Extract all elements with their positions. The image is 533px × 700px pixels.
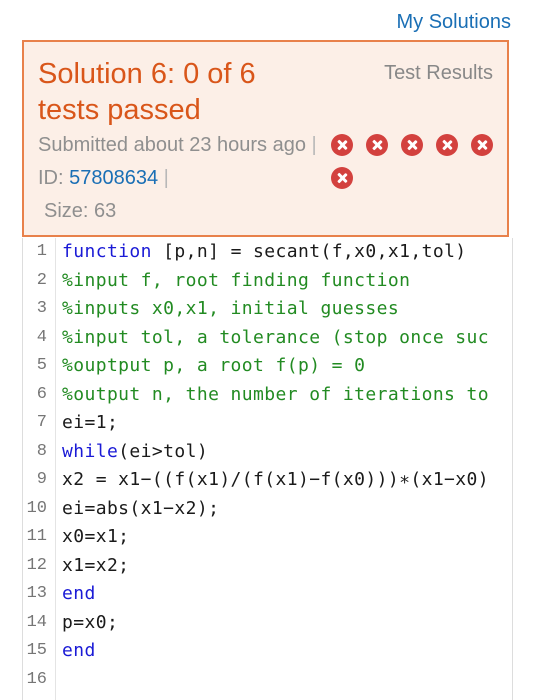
code-text: end <box>62 637 96 666</box>
line-number: 8 <box>36 441 47 461</box>
code-line: 8 while(ei>tol) <box>23 438 512 467</box>
line-number: 13 <box>26 584 47 603</box>
code-keyword: end <box>62 583 96 604</box>
code-line: 2 %input f, root finding function <box>23 267 512 296</box>
code-line: 15 end <box>23 637 512 666</box>
line-number: 12 <box>26 555 47 575</box>
test-failed-icon[interactable] <box>331 134 353 156</box>
solution-meta: Submitted about 23 hours ago | ID: 57808… <box>38 129 328 228</box>
code-keyword: end <box>62 640 96 661</box>
solution-size: Size: 63 <box>44 200 117 222</box>
line-number: 2 <box>36 270 47 290</box>
my-solutions-link[interactable]: My Solutions <box>397 11 512 34</box>
meta-separator: | <box>163 167 169 189</box>
code-line: 9 x2 = x1−((f(x1)/(f(x1)−f(x0)))∗(x1−x0) <box>23 466 512 495</box>
code-line: 4 %input tol, a tolerance (stop once suc <box>23 324 512 353</box>
solution-title: Solution 6: 0 of 6 tests passed <box>38 58 256 126</box>
test-results-icons <box>331 134 511 200</box>
code-text: ei=abs(x1−x2); <box>62 497 220 519</box>
code-line: 5 %ouptput p, a root f(p) = 0 <box>23 352 512 381</box>
line-number: 6 <box>36 384 47 404</box>
code-comment: %ouptput p, a root f(p) = 0 <box>62 355 366 376</box>
test-failed-icon[interactable] <box>436 134 458 156</box>
solution-card: Solution 6: 0 of 6 tests passed Test Res… <box>22 40 509 237</box>
code-keyword: while <box>62 440 119 462</box>
line-number: 1 <box>36 242 47 261</box>
code-text: function [p,n] = secant(f,x0,x1,tol) <box>62 238 467 267</box>
test-failed-icon[interactable] <box>401 134 423 156</box>
line-number: 3 <box>36 299 47 318</box>
line-number: 15 <box>26 641 47 660</box>
test-failed-icon[interactable] <box>471 134 493 156</box>
code-text: x2 = x1−((f(x1)/(f(x1)−f(x0)))∗(x1−x0) <box>62 469 490 490</box>
code-keyword: function <box>62 241 152 262</box>
code-text: x1=x2; <box>62 554 130 576</box>
code-line: 16 <box>23 666 512 695</box>
code-line: 13 end <box>23 580 512 609</box>
code-comment: %input f, root finding function <box>62 269 411 291</box>
code-line: 10 ei=abs(x1−x2); <box>23 495 512 524</box>
code-line: 7 ei=1; <box>23 409 512 438</box>
code-text: x0=x1; <box>62 526 130 547</box>
code-line: 6 %output n, the number of iterations to <box>23 381 512 410</box>
code-text: end <box>62 580 96 609</box>
test-failed-icon[interactable] <box>331 167 353 189</box>
test-results-label: Test Results <box>384 62 493 84</box>
code-line: 14 p=x0; <box>23 609 512 638</box>
meta-separator: | <box>311 134 317 156</box>
code-comment: %output n, the number of iterations to <box>62 383 490 405</box>
line-number: 14 <box>26 612 47 632</box>
line-number: 10 <box>26 498 47 518</box>
code-line: 12 x1=x2; <box>23 552 512 581</box>
code-line: 11 x0=x1; <box>23 523 512 552</box>
submitted-time: Submitted about 23 hours ago <box>38 134 306 156</box>
line-number: 9 <box>36 470 47 489</box>
line-number: 7 <box>36 413 47 432</box>
line-number: 5 <box>36 356 47 375</box>
code-text: [p,n] = secant(f,x0,x1,tol) <box>151 241 467 262</box>
code-line: 1 function [p,n] = secant(f,x0,x1,tol) <box>23 238 512 267</box>
solution-id-link[interactable]: 57808634 <box>69 167 158 189</box>
code-comment: %inputs x0,x1, initial guesses <box>62 298 400 319</box>
code-text: ei=1; <box>62 412 119 433</box>
line-number: 4 <box>36 327 47 347</box>
code-viewer: 1 function [p,n] = secant(f,x0,x1,tol) 2 %i… <box>22 238 513 700</box>
code-line: 3 %inputs x0,x1, initial guesses <box>23 295 512 324</box>
code-text: (ei>tol) <box>118 440 209 462</box>
code-comment: %input tol, a tolerance (stop once suc <box>62 326 490 348</box>
test-failed-icon[interactable] <box>366 134 388 156</box>
code-text: p=x0; <box>62 611 119 633</box>
line-number: 16 <box>26 669 47 689</box>
id-label: ID: <box>38 167 64 189</box>
code-text: while(ei>tol) <box>62 438 208 467</box>
line-number: 11 <box>26 527 47 546</box>
